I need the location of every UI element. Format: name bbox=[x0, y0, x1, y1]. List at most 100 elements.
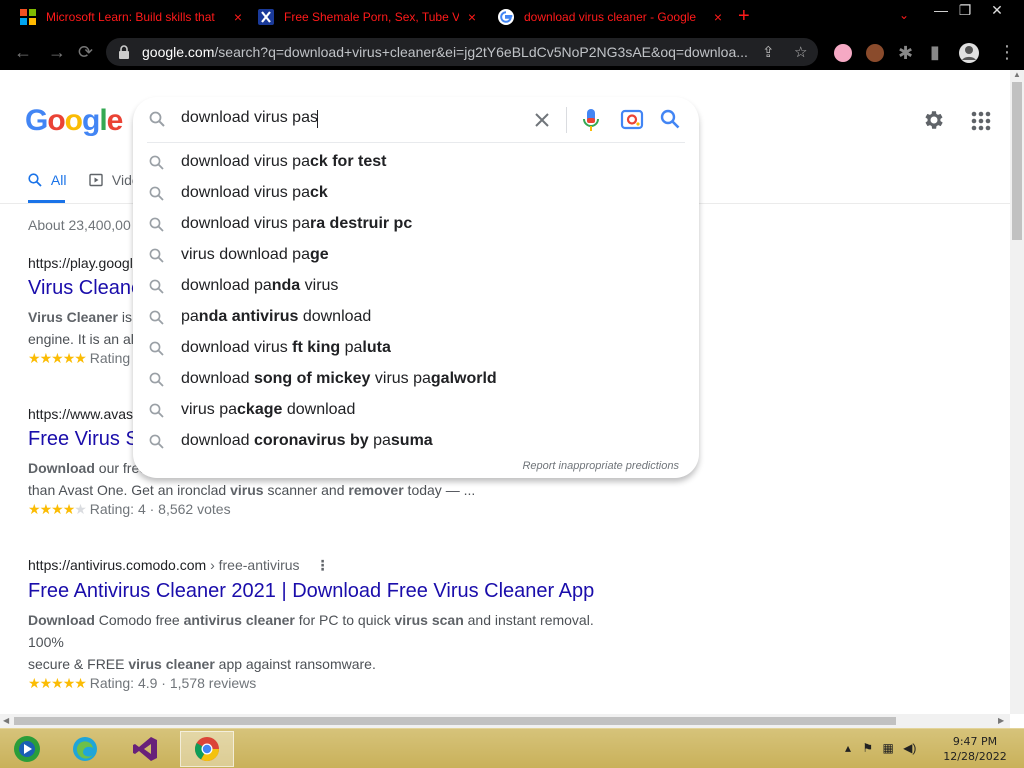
close-icon[interactable]: × bbox=[234, 9, 242, 25]
vertical-scroll-thumb[interactable] bbox=[1012, 82, 1022, 240]
suggestion-item[interactable]: download virus ft king paluta bbox=[133, 333, 699, 364]
extensions-puzzle-icon[interactable]: ✱ bbox=[898, 43, 913, 64]
suggestion-item[interactable]: virus download page bbox=[133, 240, 699, 271]
suggestion-item[interactable]: download virus pack for test bbox=[133, 147, 699, 178]
tray-expand-icon[interactable]: ▴ bbox=[845, 741, 851, 755]
maximize-button[interactable]: ❐ bbox=[950, 2, 980, 18]
video-icon bbox=[89, 173, 103, 187]
clear-icon[interactable] bbox=[532, 110, 552, 130]
horizontal-scrollbar[interactable]: ◀ ▶ bbox=[0, 714, 1010, 728]
tab-video-site[interactable]: Free Shemale Porn, Sex, Tube Vi × bbox=[248, 0, 482, 34]
suggestion-text: download coronavirus by pasuma bbox=[181, 432, 433, 450]
report-predictions-link[interactable]: Report inappropriate predictions bbox=[522, 460, 679, 472]
tab-title: Microsoft Learn: Build skills that bbox=[46, 10, 215, 24]
address-toolbar: ← → ⟳ google.com/search?q=download+virus… bbox=[0, 34, 1024, 70]
scroll-up-icon[interactable]: ▲ bbox=[1013, 70, 1021, 79]
omnibox[interactable]: google.com/search?q=download+virus+clean… bbox=[106, 38, 818, 66]
active-tab-indicator bbox=[28, 200, 65, 203]
settings-gear-icon[interactable] bbox=[922, 108, 946, 132]
reload-icon[interactable]: ⟳ bbox=[78, 42, 93, 63]
snippet-fragment: engine. It is an al bbox=[28, 331, 134, 347]
star-icon: ★ bbox=[28, 501, 41, 517]
media-center-taskbar-button[interactable] bbox=[0, 731, 54, 767]
suggestion-item[interactable]: download virus pack bbox=[133, 178, 699, 209]
google-logo[interactable]: Google bbox=[25, 104, 123, 138]
logo-letter: o bbox=[64, 104, 83, 137]
tab-title: Free Shemale Porn, Sex, Tube Vi bbox=[284, 10, 459, 24]
volume-icon[interactable]: ◀) bbox=[903, 741, 916, 755]
result-menu-kebab-icon[interactable]: ⋮ bbox=[315, 557, 329, 574]
suggestion-fragment: suma bbox=[390, 432, 433, 449]
x-logo-icon bbox=[258, 9, 274, 25]
visual-studio-taskbar-button[interactable] bbox=[118, 731, 172, 767]
star-icon: ★ bbox=[39, 501, 53, 517]
window-close-button[interactable]: ✕ bbox=[982, 2, 1012, 18]
url-text[interactable]: google.com/search?q=download+virus+clean… bbox=[142, 44, 757, 60]
bookmark-star-icon[interactable]: ☆ bbox=[794, 43, 807, 61]
extension-flag-icon[interactable] bbox=[834, 44, 852, 62]
close-icon[interactable]: × bbox=[468, 9, 476, 25]
search-input[interactable] bbox=[181, 109, 521, 127]
suggestion-fragment: ck for test bbox=[309, 153, 387, 170]
side-panel-icon[interactable]: ▮ bbox=[930, 42, 940, 63]
tab-microsoft-learn[interactable]: Microsoft Learn: Build skills that × bbox=[10, 0, 248, 34]
suggestion-fragment: pa bbox=[340, 339, 363, 356]
suggestion-item[interactable]: download coronavirus by pasuma bbox=[133, 426, 699, 457]
snippet-line: than Avast One. Get an ironclad virus sc… bbox=[28, 479, 628, 501]
result-title-link[interactable]: Free Antivirus Cleaner 2021 | Download F… bbox=[28, 580, 628, 603]
chrome-taskbar-button[interactable] bbox=[180, 731, 234, 767]
profile-icon[interactable] bbox=[958, 42, 980, 64]
tab-google-search[interactable]: download virus cleaner - Google S × bbox=[488, 0, 728, 34]
result-rating: ★★★★★ Rating: 4 · 8,562 votes bbox=[28, 501, 628, 518]
suggestion-text: download virus pack for test bbox=[181, 153, 386, 171]
suggestion-item[interactable]: download panda virus bbox=[133, 271, 699, 302]
result-stats: About 23,400,00 bbox=[28, 217, 131, 233]
suggestion-item[interactable]: panda antivirus download bbox=[133, 302, 699, 333]
star-icon: ★ bbox=[39, 350, 53, 366]
result-url-crumb: › free-antivirus bbox=[206, 557, 300, 573]
divider bbox=[566, 107, 567, 133]
tab-all[interactable]: All bbox=[28, 172, 66, 188]
tab-search-chevron-icon[interactable]: ⌄ bbox=[899, 8, 909, 22]
camera-lens-icon[interactable] bbox=[620, 108, 644, 130]
vertical-scrollbar[interactable]: ▲ bbox=[1010, 70, 1024, 714]
horizontal-scroll-thumb[interactable] bbox=[14, 717, 896, 725]
result-url-host: https://antivirus.comodo.com bbox=[28, 557, 207, 573]
back-arrow-icon[interactable]: ← bbox=[14, 42, 32, 63]
suggestion-fragment: download virus pa bbox=[181, 153, 310, 170]
suggestion-fragment: pa bbox=[368, 432, 391, 449]
suggestion-fragment: download bbox=[298, 308, 372, 325]
share-icon[interactable]: ⇪ bbox=[762, 43, 775, 61]
search-icon bbox=[149, 341, 164, 356]
search-submit-icon[interactable] bbox=[660, 109, 680, 129]
windows-taskbar: ▴ ⚑ ▦ ◀) 9:47 PM 12/28/2022 bbox=[0, 728, 1024, 768]
network-icon[interactable]: ▦ bbox=[882, 741, 893, 755]
search-icon bbox=[149, 279, 164, 294]
suggestion-fragment: ra destruir pc bbox=[309, 215, 413, 232]
suggestion-item[interactable]: download virus para destruir pc bbox=[133, 209, 699, 240]
new-tab-button[interactable]: + bbox=[738, 5, 750, 28]
result-rating: ★★★★★ Rating: 4.9 · 1,578 reviews bbox=[28, 675, 628, 692]
search-icon bbox=[149, 434, 164, 449]
suggestion-item[interactable]: download song of mickey virus pagalworld bbox=[133, 364, 699, 395]
flag-icon[interactable]: ⚑ bbox=[862, 741, 873, 755]
star-icon: ★ bbox=[28, 350, 41, 366]
close-icon[interactable]: × bbox=[714, 9, 722, 25]
microphone-icon[interactable] bbox=[582, 108, 600, 132]
snippet-fragment: antivirus cleaner bbox=[183, 612, 295, 628]
apps-grid-icon[interactable] bbox=[970, 110, 992, 132]
suggestion-item[interactable]: virus package download bbox=[133, 395, 699, 426]
menu-kebab-icon[interactable]: ⋮ bbox=[998, 42, 1016, 63]
suggestion-fragment: download bbox=[181, 370, 254, 387]
taskbar-clock[interactable]: 9:47 PM 12/28/2022 bbox=[930, 734, 1020, 764]
logo-letter: l bbox=[99, 104, 107, 137]
suggestion-fragment: download virus bbox=[181, 339, 293, 356]
forward-arrow-icon[interactable]: → bbox=[48, 42, 66, 63]
scroll-left-icon[interactable]: ◀ bbox=[3, 716, 9, 725]
scroll-right-icon[interactable]: ▶ bbox=[998, 716, 1004, 725]
snippet-line: Download Comodo free antivirus cleaner f… bbox=[28, 609, 628, 653]
edge-taskbar-button[interactable] bbox=[58, 731, 112, 767]
result-url[interactable]: https://antivirus.comodo.com › free-anti… bbox=[28, 557, 628, 574]
extension-avatar-icon[interactable] bbox=[866, 44, 884, 62]
url-path: /search?q=download+virus+cleaner&ei=jg2t… bbox=[214, 44, 748, 60]
